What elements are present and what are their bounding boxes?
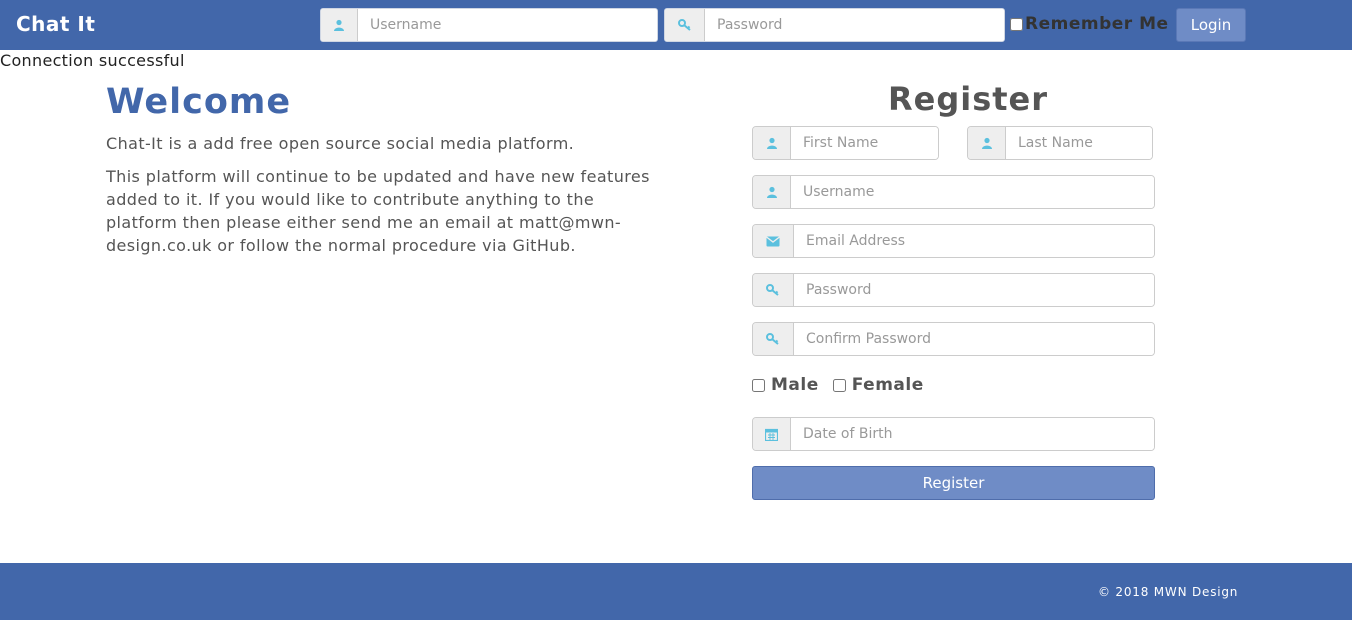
login-username-input[interactable] xyxy=(358,9,657,41)
login-button[interactable]: Login xyxy=(1176,8,1246,42)
remember-me-label: Remember Me xyxy=(1025,14,1169,34)
user-icon xyxy=(968,127,1006,159)
calendar-icon xyxy=(753,418,791,450)
dob-field xyxy=(752,417,1155,451)
connection-status: Connection successful xyxy=(0,51,185,70)
email-field xyxy=(752,224,1155,258)
top-navbar: Chat It Remember Me Login xyxy=(0,0,1352,50)
first-name-field xyxy=(752,126,939,160)
key-icon xyxy=(665,9,705,41)
register-username-field xyxy=(752,175,1155,209)
user-icon xyxy=(753,127,791,159)
copyright-text: © 2018 MWN Design xyxy=(1098,585,1239,599)
register-title: Register xyxy=(887,80,1049,118)
male-checkbox[interactable] xyxy=(752,378,765,392)
envelope-icon xyxy=(753,225,794,257)
confirm-password-input[interactable] xyxy=(794,323,1154,355)
female-checkbox[interactable] xyxy=(832,378,846,392)
female-label: Female xyxy=(851,375,924,395)
dob-input[interactable] xyxy=(791,418,1154,450)
footer: © 2018 MWN Design xyxy=(0,563,1352,620)
remember-me[interactable]: Remember Me xyxy=(1010,14,1169,34)
login-password-input[interactable] xyxy=(705,9,1004,41)
brand-title[interactable]: Chat It xyxy=(16,12,95,36)
user-icon xyxy=(321,9,358,41)
welcome-intro: Chat-It is a add free open source social… xyxy=(106,134,575,153)
last-name-field xyxy=(967,126,1153,160)
key-icon xyxy=(753,274,794,306)
register-password-input[interactable] xyxy=(794,274,1154,306)
welcome-details: This platform will continue to be update… xyxy=(106,167,650,255)
login-username-group xyxy=(320,8,658,42)
welcome-title: Welcome xyxy=(106,82,292,122)
email-input[interactable] xyxy=(794,225,1154,257)
gender-selector: Male Female xyxy=(752,375,932,395)
first-name-input[interactable] xyxy=(791,127,938,159)
male-label: Male xyxy=(771,375,819,395)
login-password-group xyxy=(664,8,1005,42)
confirm-password-field xyxy=(752,322,1155,356)
register-password-field xyxy=(752,273,1155,307)
last-name-input[interactable] xyxy=(1006,127,1152,159)
register-username-input[interactable] xyxy=(791,176,1154,208)
user-icon xyxy=(753,176,791,208)
key-icon xyxy=(753,323,794,355)
remember-me-checkbox[interactable] xyxy=(1010,17,1023,31)
register-button[interactable]: Register xyxy=(752,466,1155,500)
